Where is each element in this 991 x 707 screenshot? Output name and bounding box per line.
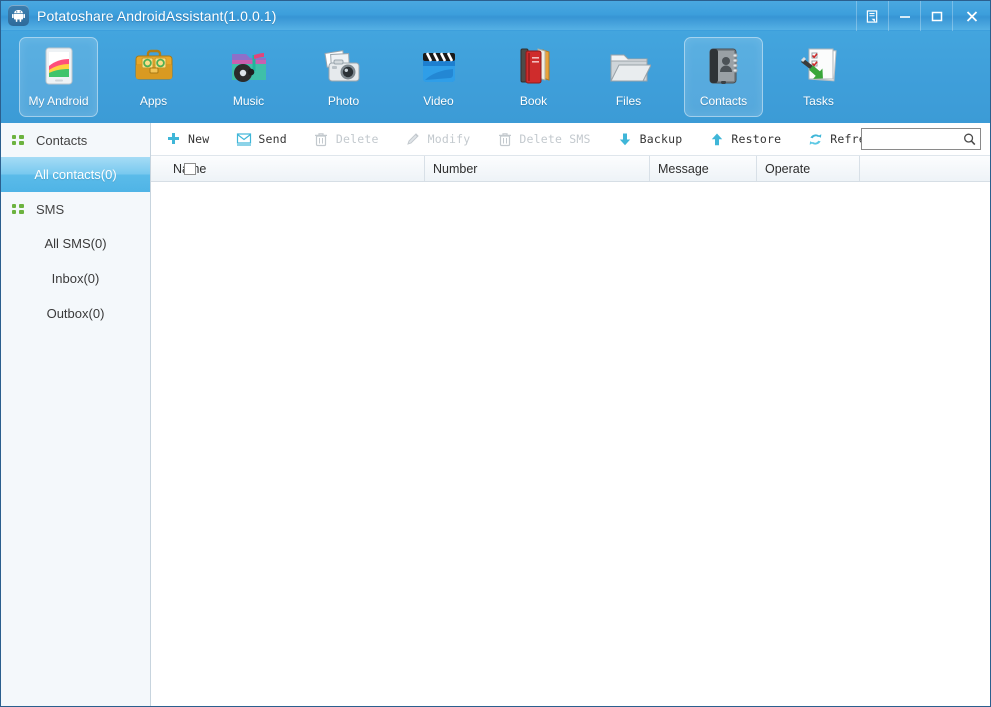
- sidebar-item-inbox[interactable]: Inbox(0): [1, 261, 150, 296]
- sidebar-item-outbox[interactable]: Outbox(0): [1, 296, 150, 331]
- backup-button[interactable]: Backup: [617, 131, 683, 148]
- sidebar-group-contacts[interactable]: Contacts: [1, 123, 150, 157]
- address-book-icon: [699, 44, 749, 90]
- sidebar-item-label: All SMS(0): [44, 236, 107, 251]
- contacts-table-body[interactable]: [151, 182, 990, 706]
- trash-icon: [496, 131, 513, 148]
- action-toolbar: New Send Delete Modify Delete SMS Backup…: [151, 123, 990, 156]
- sidebar-item-label: Outbox(0): [46, 306, 105, 321]
- column-header-operate[interactable]: Operate: [757, 156, 860, 181]
- checklist-icon: [794, 44, 844, 90]
- sidebar-item-label: All contacts(0): [34, 167, 117, 182]
- module-label: Book: [519, 94, 548, 108]
- pencil-icon: [405, 131, 422, 148]
- module-toolbar: My Android Apps Music Photo Video Book F…: [1, 31, 990, 123]
- backup-button-label: Backup: [639, 132, 683, 146]
- sidebar-group-label: SMS: [36, 201, 65, 217]
- feedback-button[interactable]: [856, 1, 888, 31]
- maximize-button[interactable]: [920, 1, 952, 31]
- sidebar: Contacts All contacts(0) SMS All SMS(0) …: [1, 123, 151, 706]
- column-header-message[interactable]: Message: [650, 156, 757, 181]
- arrow-up-icon: [708, 131, 725, 148]
- toolbox-icon: [129, 44, 179, 90]
- new-button[interactable]: New: [165, 131, 209, 148]
- search-box[interactable]: [861, 128, 981, 150]
- modify-button[interactable]: Modify: [405, 131, 471, 148]
- column-header-number[interactable]: Number: [425, 156, 650, 181]
- minimize-button[interactable]: [888, 1, 920, 31]
- restore-button-label: Restore: [731, 132, 782, 146]
- books-icon: [509, 44, 559, 90]
- restore-button[interactable]: Restore: [708, 131, 781, 148]
- close-button[interactable]: [952, 1, 990, 31]
- column-header-label: Number: [433, 161, 478, 176]
- module-tile-photo[interactable]: Photo: [304, 37, 383, 117]
- column-header-label: Message: [658, 161, 709, 176]
- module-tile-apps[interactable]: Apps: [114, 37, 193, 117]
- sidebar-group-label: Contacts: [36, 132, 88, 148]
- window-title: Potatoshare AndroidAssistant(1.0.0.1): [37, 7, 277, 24]
- module-tile-files[interactable]: Files: [589, 37, 668, 117]
- send-button[interactable]: Send: [235, 131, 287, 148]
- module-tile-video[interactable]: Video: [399, 37, 478, 117]
- module-label: Contacts: [699, 94, 748, 108]
- main-pane: New Send Delete Modify Delete SMS Backup…: [151, 123, 990, 706]
- column-header-spacer: [860, 156, 990, 181]
- send-button-label: Send: [258, 132, 287, 146]
- module-label: Music: [232, 94, 265, 108]
- module-tile-book[interactable]: Book: [494, 37, 573, 117]
- clapperboard-icon: [414, 44, 464, 90]
- plus-icon: [165, 131, 182, 148]
- arrow-down-icon: [617, 131, 634, 148]
- sidebar-item-label: Inbox(0): [51, 271, 100, 286]
- module-label: Photo: [327, 94, 360, 108]
- module-label: Tasks: [803, 94, 834, 108]
- new-button-label: New: [188, 132, 210, 146]
- delete-sms-button[interactable]: Delete SMS: [496, 131, 590, 148]
- column-header-name[interactable]: Name: [151, 156, 425, 181]
- camera-icon: [319, 44, 369, 90]
- window-controls: [856, 1, 990, 31]
- module-tile-contacts[interactable]: Contacts: [684, 37, 763, 117]
- music-disc-icon: [224, 44, 274, 90]
- module-label: Apps: [139, 94, 168, 108]
- modify-button-label: Modify: [427, 132, 471, 146]
- delete-button-label: Delete: [335, 132, 379, 146]
- sidebar-item-all-contacts[interactable]: All contacts(0): [1, 157, 150, 192]
- android-robot-icon: [8, 5, 29, 26]
- tablet-icon: [34, 44, 84, 90]
- sidebar-group-sms[interactable]: SMS: [1, 192, 150, 226]
- module-label: Video: [423, 94, 454, 108]
- module-tile-music[interactable]: Music: [209, 37, 288, 117]
- delete-button[interactable]: Delete: [313, 131, 379, 148]
- module-label: Files: [615, 94, 642, 108]
- delete-sms-button-label: Delete SMS: [519, 132, 591, 146]
- module-tile-my-android[interactable]: My Android: [19, 37, 98, 117]
- refresh-icon: [807, 131, 824, 148]
- module-label: My Android: [28, 94, 89, 108]
- content-area: Contacts All contacts(0) SMS All SMS(0) …: [1, 123, 990, 706]
- title-bar: Potatoshare AndroidAssistant(1.0.0.1): [1, 1, 990, 31]
- column-header-label: Operate: [765, 161, 811, 176]
- folder-icon: [604, 44, 654, 90]
- grid-icon: [12, 203, 24, 215]
- search-input[interactable]: [862, 130, 958, 148]
- module-tile-tasks[interactable]: Tasks: [779, 37, 858, 117]
- envelope-icon: [235, 131, 252, 148]
- sidebar-item-all-sms[interactable]: All SMS(0): [1, 226, 150, 261]
- application-window: Potatoshare AndroidAssistant(1.0.0.1) My…: [0, 0, 991, 707]
- trash-icon: [313, 131, 330, 148]
- select-all-checkbox[interactable]: [184, 162, 196, 175]
- table-header: Name Number Message Operate: [151, 156, 990, 182]
- magnifier-icon[interactable]: [958, 132, 980, 147]
- grid-icon: [12, 134, 24, 146]
